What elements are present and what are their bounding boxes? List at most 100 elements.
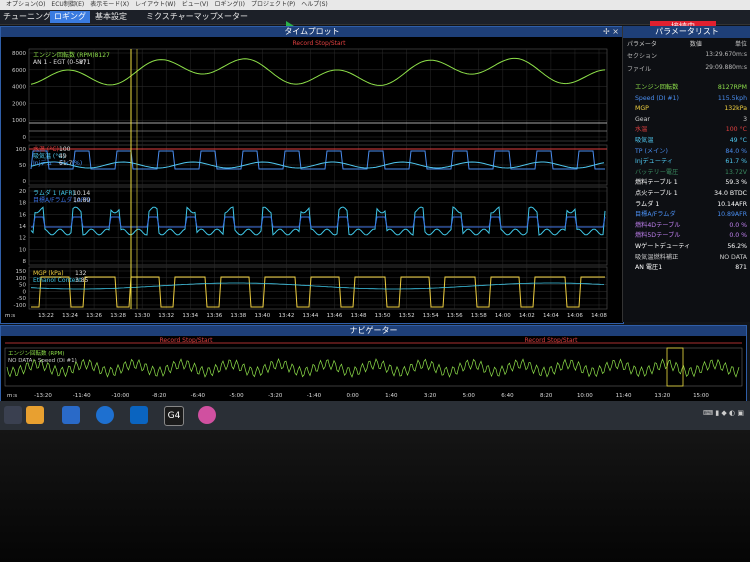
parameter-row[interactable]: MGP 132kPa	[623, 104, 750, 115]
menu-item-2[interactable]: 表示モード(X)	[90, 0, 129, 10]
y-tick-label: 14	[19, 224, 26, 230]
meta-row: セクション 13:29.670m:s	[623, 49, 750, 62]
parameter-row[interactable]: 吸気温燃料補正 NO DATA	[623, 253, 750, 264]
menu-item-5[interactable]: ロギング(I)	[214, 0, 244, 10]
outlook-icon[interactable]	[130, 406, 148, 424]
media-app-icon[interactable]	[198, 406, 216, 424]
parameter-name: MGP	[635, 105, 649, 113]
navigator-canvas[interactable]: Record Stop/Start Record Stop/Start エンジン回転…	[1, 336, 746, 402]
menu-item-0[interactable]: オプション(O)	[6, 0, 45, 10]
parameter-row[interactable]: Injデューティ 61.7 %	[623, 157, 750, 168]
panel1-readout: 871	[79, 59, 91, 66]
parameter-row[interactable]: 水温 100 °C	[623, 125, 750, 136]
x-tick-label: 14:04	[543, 313, 559, 319]
tab-meter[interactable]: メーター	[216, 11, 248, 23]
x-tick-label: 13:46	[327, 313, 343, 319]
x-tick-label: 13:34	[182, 313, 198, 319]
parameter-value: 871	[735, 264, 747, 272]
close-icon[interactable]: ×	[612, 27, 619, 36]
parameter-row[interactable]: 燃料4Dテーブル 0.0 %	[623, 221, 750, 232]
parameter-row[interactable]: 目標A/Fラムダ 10.89AFR	[623, 210, 750, 221]
tuning-app-icon[interactable]: G4	[164, 406, 184, 426]
y-tick-label: 50	[19, 283, 26, 289]
menu-item-7[interactable]: ヘルプ(S)	[301, 0, 328, 10]
parameter-value: 13.72V	[725, 168, 747, 176]
x-tick-label: 13:24	[62, 313, 78, 319]
panel2-readout-1: 100	[59, 146, 71, 153]
navigator-x-tick: 3:20	[424, 393, 437, 399]
navigator-x-tick: 10:00	[577, 393, 593, 399]
menu-item-3[interactable]: レイアウト(W)	[135, 0, 176, 10]
y-tick-label: 8000	[12, 51, 26, 57]
parameter-value: 56.2%	[727, 242, 747, 250]
col-unit: 単位	[734, 41, 747, 48]
tab-tuning[interactable]: チューニング	[3, 11, 51, 23]
navigator-x-tick: 13:20	[654, 393, 670, 399]
parameter-row[interactable]: 吸気温 49 °C	[623, 136, 750, 147]
x-tick-label: 13:50	[375, 313, 391, 319]
parameter-row[interactable]: エンジン回転数 8127RPM	[623, 83, 750, 94]
parameter-row[interactable]: バッテリー電圧 13.72V	[623, 168, 750, 179]
parameter-name: Injデューティ	[635, 158, 674, 166]
parameter-value: 59.3 %	[725, 179, 747, 187]
parameter-row[interactable]: 燃料5Dテーブル 0.0 %	[623, 231, 750, 242]
menu-bar: オプション(O) ECU制御(E) 表示モード(X) レイアウト(W) ビュー(V) ロギ…	[0, 0, 750, 10]
menu-item-1[interactable]: ECU制御(E)	[51, 0, 84, 10]
panel1-label-2: AN 1 - EGT (0-5V)	[33, 59, 86, 66]
y-tick-label: -100	[14, 303, 27, 309]
app-window-icon[interactable]	[62, 406, 80, 424]
y-tick-label: 100	[16, 147, 27, 153]
x-tick-label: 13:54	[423, 313, 439, 319]
col-value: 数値	[689, 41, 702, 48]
tab-logging[interactable]: ロギング	[50, 11, 90, 23]
panel4-label-1: MGP (kPa)	[33, 270, 64, 277]
x-tick-label: 13:30	[134, 313, 150, 319]
parameter-name: 燃料4Dテーブル	[635, 221, 681, 229]
start-icon[interactable]	[4, 406, 22, 424]
x-tick-label: 14:00	[495, 313, 511, 319]
x-tick-label: 13:28	[110, 313, 126, 319]
parameter-name: 吸気温燃料補正	[635, 253, 679, 261]
parameter-name: Gear	[635, 115, 650, 123]
y-tick-label: 1000	[12, 118, 26, 124]
parameter-name: 燃料5Dテーブル	[635, 232, 681, 240]
tab-basic-settings[interactable]: 基本設定	[95, 11, 127, 23]
x-tick-label: 13:38	[230, 313, 246, 319]
screen: オプション(O) ECU制御(E) 表示モード(X) レイアウト(W) ビュー(V) ロギ…	[0, 0, 750, 430]
internet-explorer-icon[interactable]	[96, 406, 114, 424]
parameter-row[interactable]: 点火テーブル 1 34.0 BTDC	[623, 189, 750, 200]
y-tick-label: 16	[19, 212, 26, 218]
system-tray[interactable]: ⌨ ▮ ◆ ◐ ▣	[703, 409, 744, 417]
tab-mixture-map[interactable]: ミクスチャーマップ	[146, 11, 218, 23]
x-tick-label: 13:48	[351, 313, 367, 319]
y-tick-label: 18	[19, 201, 26, 207]
parameter-name: 燃料テーブル 1	[635, 179, 678, 187]
parameter-value: 49 °C	[729, 136, 747, 144]
parameter-row[interactable]: Gear 3	[623, 115, 750, 126]
parameter-name: TP (メイン)	[635, 147, 668, 155]
panel3-readout-1: 10.14	[73, 190, 90, 197]
navigator-x-tick: -5:00	[229, 393, 244, 399]
parameter-row[interactable]: AN 電圧1 871	[623, 263, 750, 274]
parameter-value: NO DATA	[719, 253, 747, 261]
x-tick-label: 13:52	[399, 313, 415, 319]
parameter-name: 目標A/Fラムダ	[635, 211, 676, 219]
parameter-row[interactable]: Wゲートデューティ 56.2%	[623, 242, 750, 253]
navigator-x-tick: -6:40	[191, 393, 206, 399]
time-plot-canvas[interactable]: Record Stop/Start80006000400020001000010…	[1, 37, 621, 321]
parameter-value: 34.0 BTDC	[714, 189, 747, 197]
y-tick-label: 20	[19, 189, 26, 195]
parameter-row[interactable]: ラムダ 1 10.14AFR	[623, 200, 750, 211]
menu-item-6[interactable]: プロジェクト(P)	[251, 0, 295, 10]
parameter-row[interactable]: 燃料テーブル 1 59.3 %	[623, 178, 750, 189]
parameter-row[interactable]: Speed (DI #1) 115.5kph	[623, 94, 750, 105]
panel2-readout-2: 49	[59, 153, 67, 160]
parameter-row[interactable]: TP (メイン) 84.0 %	[623, 147, 750, 158]
taskbar: G4 ⌨ ▮ ◆ ◐ ▣	[0, 401, 750, 430]
parameter-value: 10.89AFR	[717, 211, 747, 219]
menu-item-4[interactable]: ビュー(V)	[182, 0, 209, 10]
x-tick-label: 14:08	[591, 313, 607, 319]
file-explorer-icon[interactable]	[26, 406, 44, 424]
record-stop-start-label: Record Stop/Start	[293, 40, 347, 47]
pin-icon[interactable]: ✢	[603, 27, 610, 36]
